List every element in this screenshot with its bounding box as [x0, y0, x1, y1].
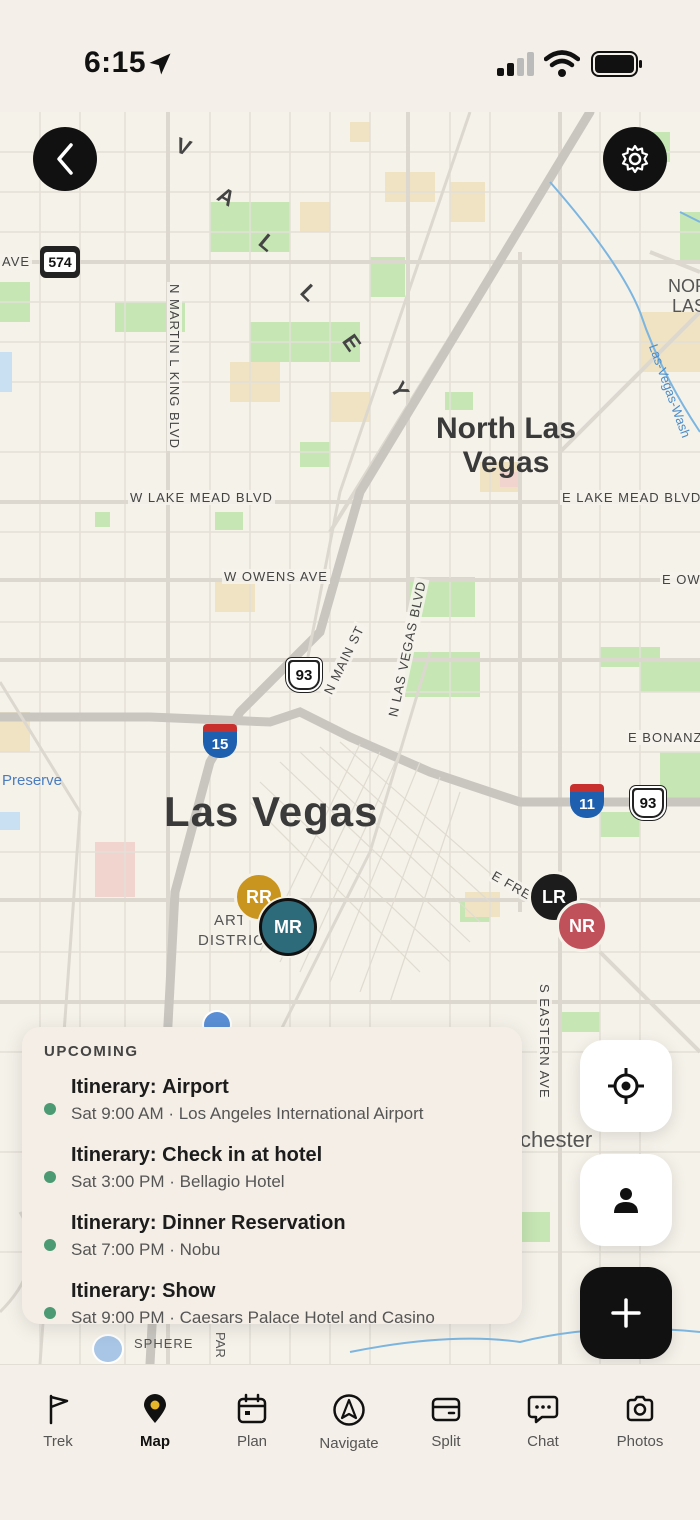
tab-label: Plan: [236, 1433, 268, 1450]
camera-icon: [626, 1395, 654, 1422]
chevron-left-icon: [57, 143, 73, 175]
status-dot: [44, 1103, 56, 1115]
interstate-shield: 15: [203, 724, 237, 758]
member-avatar-nr[interactable]: NR: [556, 900, 608, 952]
upcoming-item[interactable]: Itinerary: Dinner Reservation Sat 7:00 P…: [44, 1212, 500, 1280]
street-label-n-martin: N MARTIN L KING BLVD: [167, 282, 182, 451]
status-dot: [44, 1171, 56, 1183]
item-name: Airport: [162, 1076, 229, 1098]
location-arrow-icon: [149, 53, 171, 75]
status-bar: 6:15: [0, 0, 700, 112]
label-nor: NOR: [668, 276, 700, 296]
person-icon: [614, 1188, 638, 1213]
avatar-initials: LR: [542, 886, 566, 907]
status-dot: [44, 1239, 56, 1251]
status-dot: [44, 1307, 56, 1319]
city-label-north-las-vegas: North Las Vegas: [436, 412, 576, 480]
back-button[interactable]: [33, 127, 97, 191]
street-label-w-lake-mead: W LAKE MEAD BLVD: [128, 490, 275, 505]
upcoming-item[interactable]: Itinerary: Airport Sat 9:00 AM · Los Ang…: [44, 1076, 500, 1144]
sphere-icon: [92, 1334, 124, 1364]
shield-number: 93: [290, 662, 318, 688]
wallet-icon: [431, 1397, 461, 1422]
street-label-e-lake-mead: E LAKE MEAD BLVD: [560, 490, 700, 505]
label-winchester: chester: [520, 1127, 593, 1152]
avatar-initials: NR: [569, 915, 595, 936]
tab-label: Trek: [43, 1433, 73, 1450]
recenter-button[interactable]: [580, 1040, 672, 1132]
item-name: Dinner Reservation: [162, 1212, 346, 1234]
tab-label: Photos: [616, 1433, 664, 1450]
tab-navigate[interactable]: Navigate: [304, 1393, 394, 1452]
status-time: 6:15: [84, 46, 147, 79]
street-label-w-owens: W OWENS AVE: [222, 569, 330, 584]
us-route-shield: 93: [286, 658, 322, 692]
interstate-shield: 11: [570, 784, 604, 818]
upcoming-item[interactable]: Itinerary: Check in at hotel Sat 3:00 PM…: [44, 1144, 500, 1212]
gear-icon: [621, 144, 649, 174]
wifi-icon: [544, 50, 580, 77]
item-prefix: Itinerary:: [71, 1212, 157, 1234]
tab-label: Chat: [527, 1433, 559, 1450]
upcoming-item[interactable]: Itinerary: Show Sat 9:00 PM · Caesars Pa…: [44, 1280, 500, 1324]
state-route-shield: 574: [40, 246, 80, 278]
tab-label: Map: [140, 1433, 170, 1450]
tab-trek[interactable]: Trek: [13, 1393, 103, 1450]
tab-label: Navigate: [319, 1435, 379, 1452]
crosshair-icon: [608, 1068, 644, 1104]
tab-photos[interactable]: Photos: [595, 1393, 685, 1450]
tab-map[interactable]: Map: [110, 1393, 200, 1450]
battery-icon: [591, 51, 642, 77]
street-label-ave: AVE: [0, 254, 33, 269]
tab-chat[interactable]: Chat: [498, 1393, 588, 1450]
settings-button[interactable]: [603, 127, 667, 191]
city-label-north-line2: Vegas: [462, 446, 550, 479]
upcoming-panel[interactable]: UPCOMING Itinerary: Airport Sat 9:00 AM …: [22, 1027, 522, 1324]
item-prefix: Itinerary:: [71, 1076, 157, 1098]
item-detail: Sat 7:00 PM · Nobu: [71, 1240, 221, 1259]
cellular-signal-icon: [497, 52, 534, 76]
members-button[interactable]: [580, 1154, 672, 1246]
tab-split[interactable]: Split: [401, 1393, 491, 1450]
street-label-s-eastern: S EASTERN AVE: [537, 982, 552, 1101]
city-label-north-line1: North Las: [436, 412, 577, 445]
chat-icon: [527, 1395, 559, 1424]
street-label-e-bonanza: E BONANZ: [626, 730, 700, 745]
calendar-icon: [237, 1393, 267, 1424]
plus-icon: [611, 1298, 641, 1328]
upcoming-title: UPCOMING: [44, 1043, 139, 1060]
item-detail: Sat 3:00 PM · Bellagio Hotel: [71, 1172, 285, 1191]
us-route-shield: 93: [630, 786, 666, 820]
label-preserve: Preserve: [2, 772, 63, 789]
add-button[interactable]: [580, 1267, 672, 1359]
avatar-initials: MR: [274, 916, 302, 937]
shield-number: 574: [44, 252, 76, 272]
city-label-las-vegas: Las Vegas: [164, 788, 379, 835]
item-detail: Sat 9:00 PM · Caesars Palace Hotel and C…: [71, 1308, 435, 1324]
tab-bar: Trek Map Plan Navigate Split Chat Photos: [0, 1364, 700, 1520]
item-prefix: Itinerary:: [71, 1144, 157, 1166]
label-par: PAR: [213, 1332, 228, 1358]
map-pin-icon: [144, 1394, 166, 1423]
shield-number: 11: [579, 796, 595, 813]
shield-number: 15: [211, 736, 229, 753]
street-label-e-ow: E OW: [660, 572, 700, 587]
shield-number: 93: [634, 790, 662, 816]
navigate-icon: [333, 1394, 365, 1426]
item-name: Show: [162, 1280, 216, 1302]
item-name: Check in at hotel: [162, 1144, 323, 1166]
label-arts-2: DISTRIC: [198, 932, 265, 949]
item-prefix: Itinerary:: [71, 1280, 157, 1302]
tab-label: Split: [431, 1433, 461, 1450]
tab-plan[interactable]: Plan: [207, 1393, 297, 1450]
flag-icon: [49, 1394, 69, 1425]
item-detail: Sat 9:00 AM · Los Angeles International …: [71, 1104, 424, 1123]
label-las: LAS: [672, 296, 700, 316]
member-avatar-mr[interactable]: MR: [259, 898, 317, 956]
label-sphere: SPHERE: [134, 1336, 194, 1351]
